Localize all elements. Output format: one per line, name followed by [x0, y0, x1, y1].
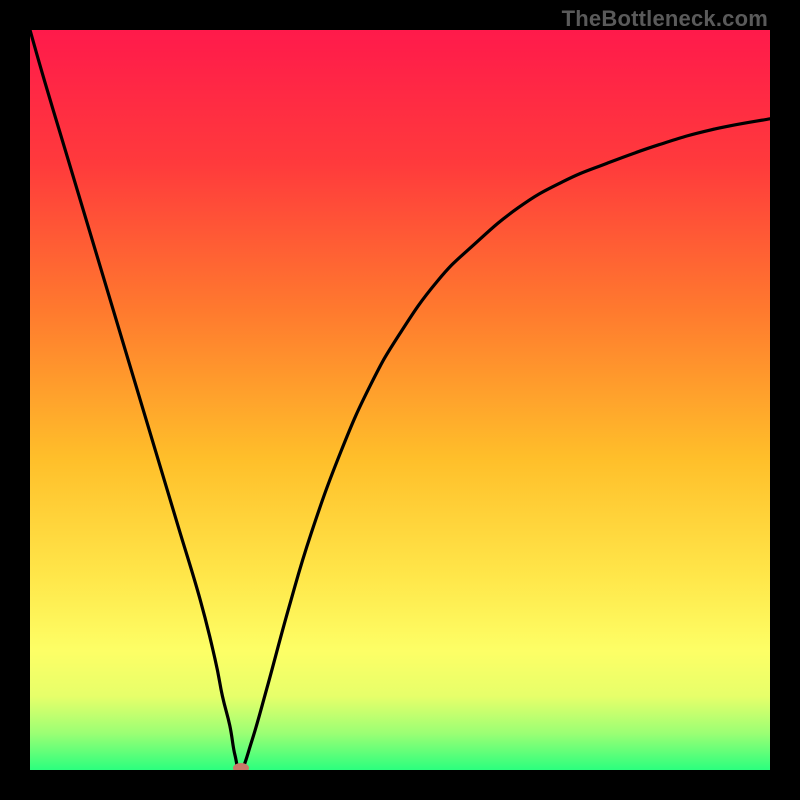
optimal-point-marker — [233, 763, 249, 770]
watermark-text: TheBottleneck.com — [562, 6, 768, 32]
curve-layer — [30, 30, 770, 770]
plot-area — [30, 30, 770, 770]
chart-frame: TheBottleneck.com — [0, 0, 800, 800]
bottleneck-curve — [30, 30, 770, 770]
